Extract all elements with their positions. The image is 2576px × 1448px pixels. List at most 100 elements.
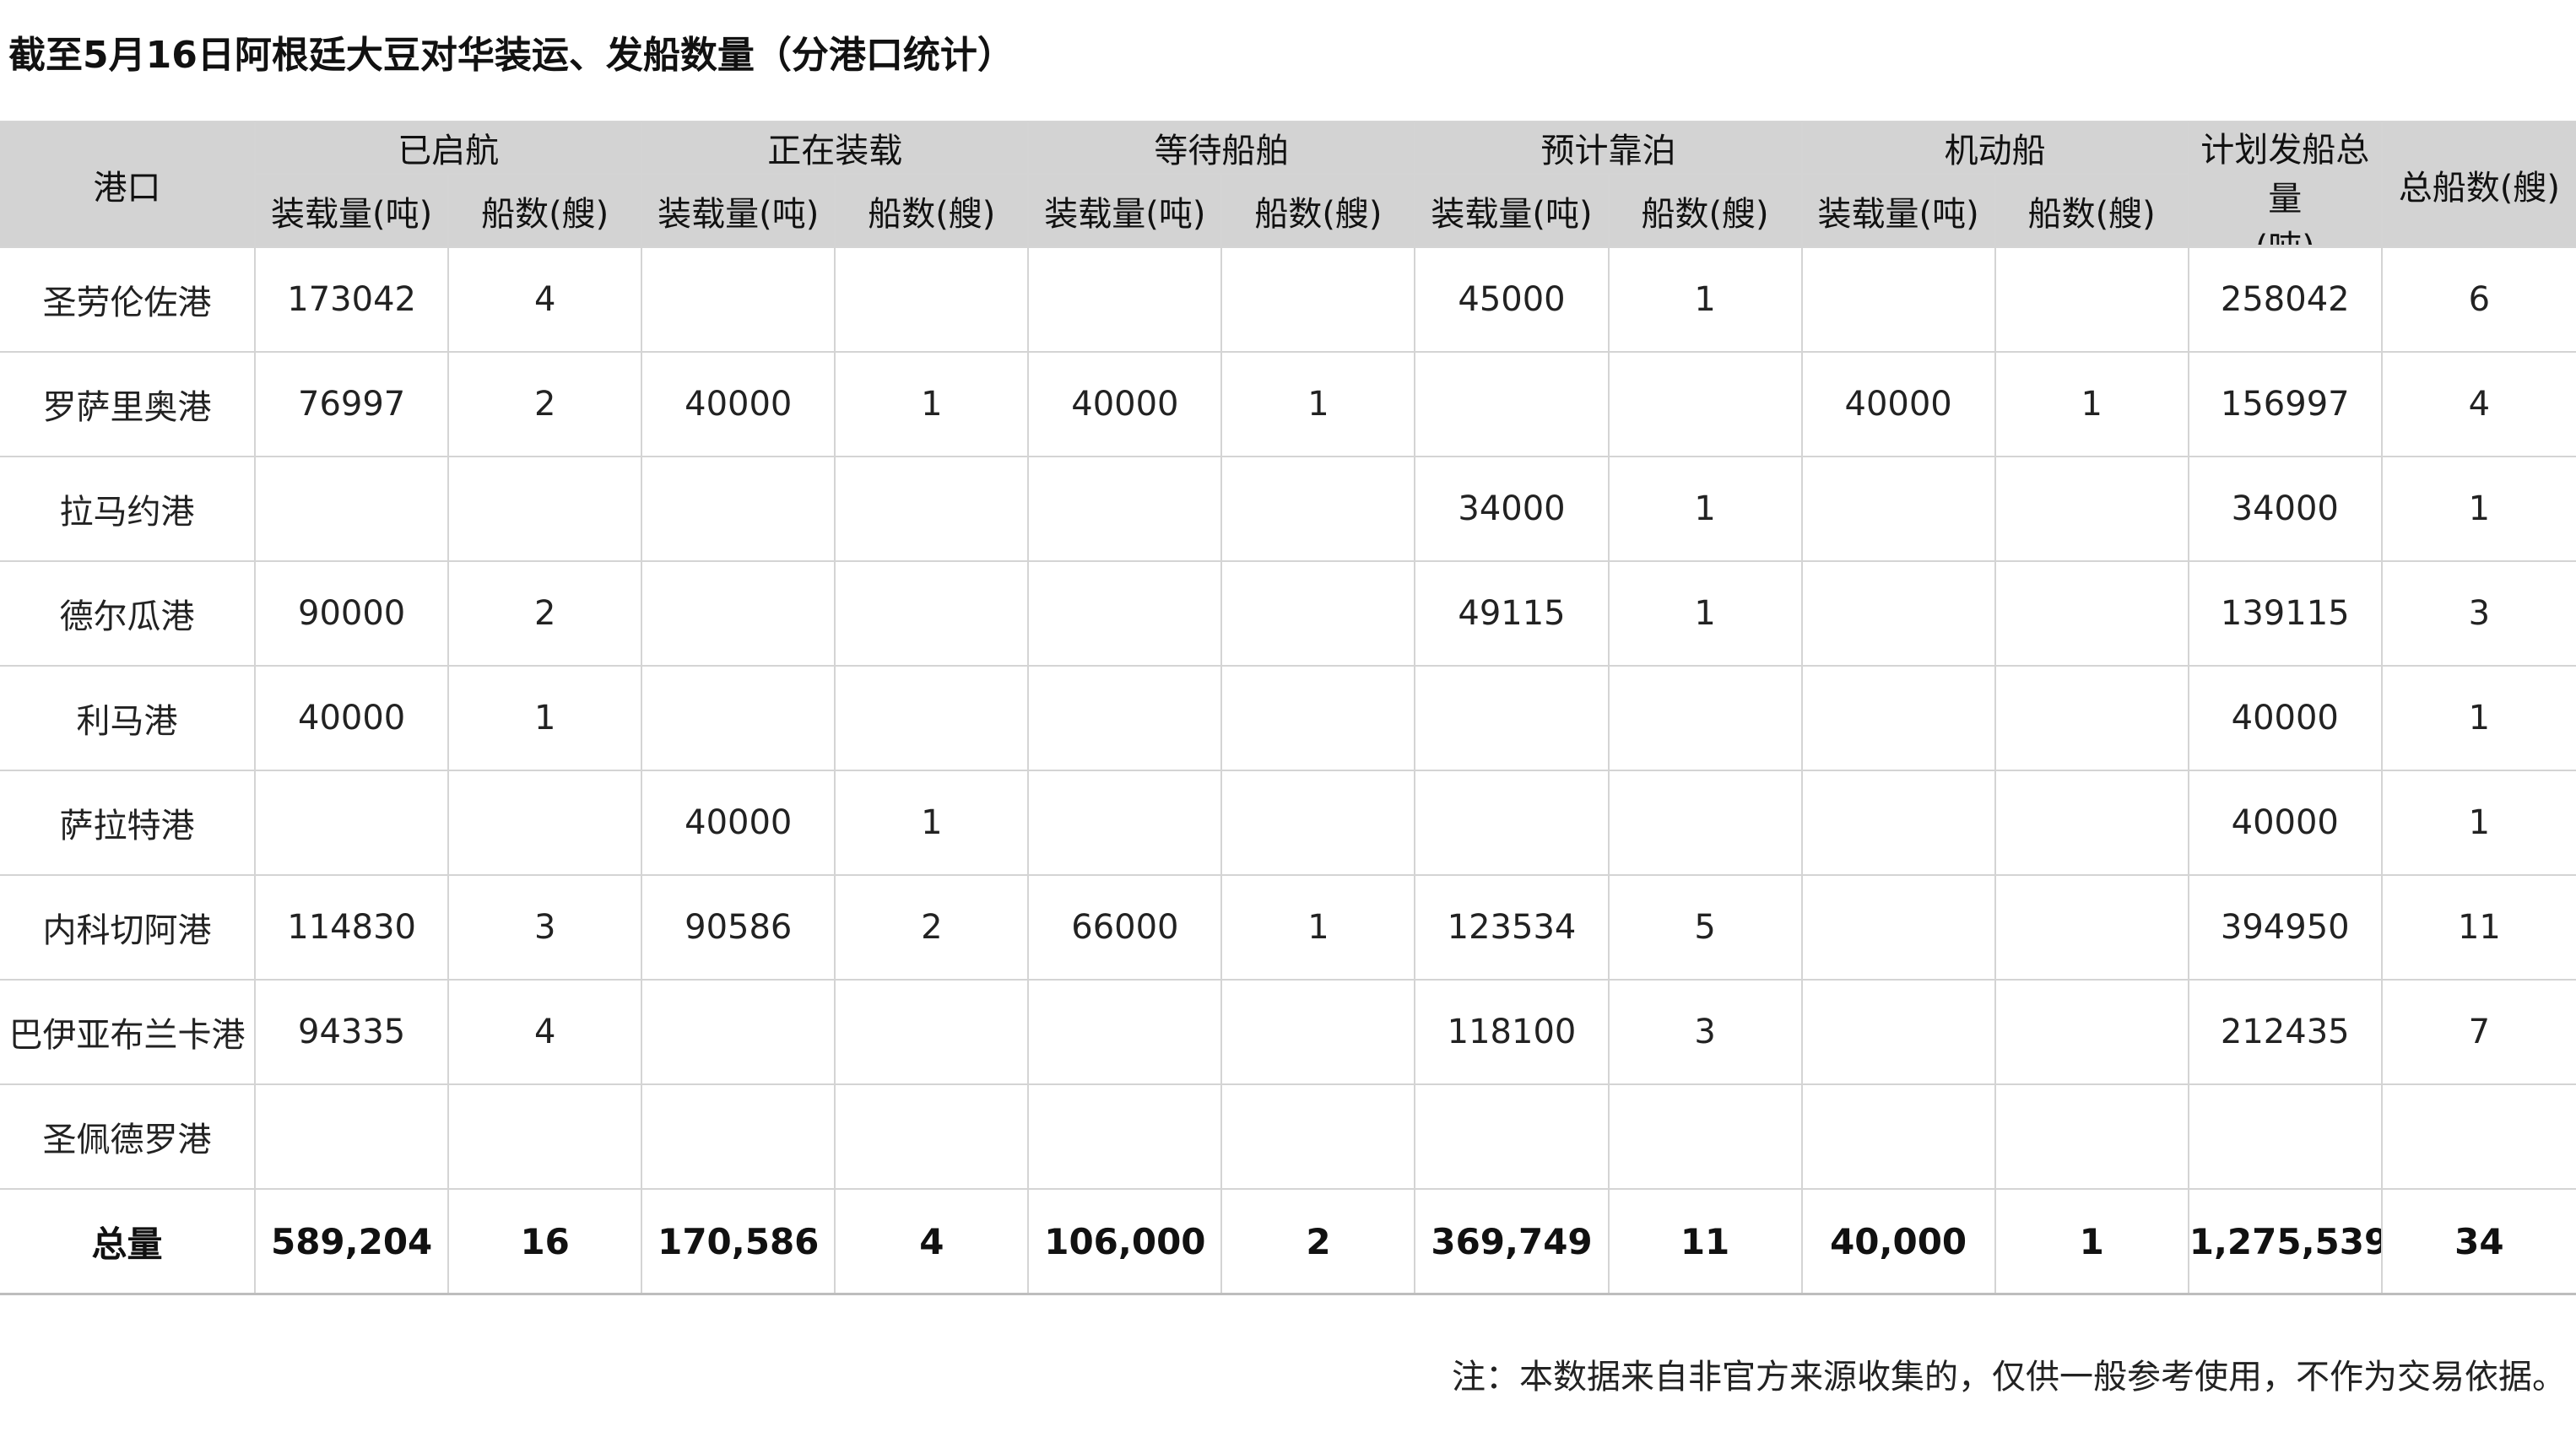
table-cell <box>1994 1083 2189 1190</box>
table-cell: 3 <box>2380 560 2576 667</box>
table-cell <box>1607 770 1803 876</box>
header-planned-total-text: 计划发船总 量 (吨) <box>2200 131 2370 245</box>
subheader-load: 装载量(吨) <box>641 173 836 248</box>
table-cell <box>1414 351 1610 457</box>
total-cell: 2 <box>1220 1188 1416 1295</box>
table-cell <box>254 1083 450 1190</box>
table-row: 萨拉特港 40000 1 40000 1 <box>0 770 2576 876</box>
table-cell: 4 <box>2380 351 2576 457</box>
table-cell <box>254 770 450 876</box>
table-cell <box>1994 874 2189 981</box>
table-cell <box>1220 770 1416 876</box>
table-cell <box>447 456 643 562</box>
table-cell <box>834 979 1030 1085</box>
header-group-berthing: 预计靠泊 <box>1414 121 1803 175</box>
table-cell <box>1800 560 1996 667</box>
table-cell: 2 <box>447 560 643 667</box>
subheader-load: 装载量(吨) <box>1414 173 1610 248</box>
table-cell: 34000 <box>1414 456 1610 562</box>
table-cell: 3 <box>1607 979 1803 1085</box>
table-cell <box>1607 665 1803 771</box>
port-name: 德尔瓜港 <box>0 560 257 667</box>
subheader-ships: 船数(艘) <box>1607 173 1803 248</box>
table-cell <box>1994 770 2189 876</box>
table-cell: 1 <box>2380 665 2576 771</box>
table-cell <box>2380 1083 2576 1190</box>
port-name: 利马港 <box>0 665 257 771</box>
subheader-ships: 船数(艘) <box>834 173 1030 248</box>
table-cell <box>641 246 836 353</box>
header-group-flexible: 机动船 <box>1800 121 2189 175</box>
table-cell: 49115 <box>1414 560 1610 667</box>
table-cell: 173042 <box>254 246 450 353</box>
table-body: 圣劳伦佐港 173042 4 45000 1 258042 6 罗萨里奥港 76… <box>0 246 2576 1190</box>
table-cell: 76997 <box>254 351 450 457</box>
table-cell <box>1607 351 1803 457</box>
table-cell: 156997 <box>2187 351 2383 457</box>
total-cell: 106,000 <box>1027 1188 1223 1295</box>
table-cell: 34000 <box>2187 456 2383 562</box>
total-cell: 1,275,539 <box>2187 1188 2383 1295</box>
table-cell <box>1414 770 1610 876</box>
table-cell: 1 <box>1607 560 1803 667</box>
table-cell <box>1607 1083 1803 1190</box>
table-cell: 40000 <box>641 351 836 457</box>
subheader-load: 装载量(吨) <box>1027 173 1223 248</box>
header-group-waiting: 等待船舶 <box>1027 121 1416 175</box>
table-cell: 7 <box>2380 979 2576 1085</box>
table-cell: 45000 <box>1414 246 1610 353</box>
table-cell <box>1994 560 2189 667</box>
table-cell <box>1027 246 1223 353</box>
table-cell: 40000 <box>1027 351 1223 457</box>
total-cell: 16 <box>447 1188 643 1295</box>
table-cell: 2 <box>447 351 643 457</box>
table-cell <box>447 770 643 876</box>
port-name: 萨拉特港 <box>0 770 257 876</box>
total-cell: 34 <box>2380 1188 2576 1295</box>
total-cell: 4 <box>834 1188 1030 1295</box>
subheader-load: 装载量(吨) <box>254 173 450 248</box>
table-cell: 4 <box>447 979 643 1085</box>
table-cell <box>1027 665 1223 771</box>
table-cell: 94335 <box>254 979 450 1085</box>
table-cell <box>254 456 450 562</box>
table-cell <box>1414 665 1610 771</box>
table-cell <box>834 665 1030 771</box>
table-row: 圣佩德罗港 <box>0 1083 2576 1190</box>
header-total-ships: 总船数(艘) <box>2380 121 2576 248</box>
table-cell: 5 <box>1607 874 1803 981</box>
table-row: 德尔瓜港 90000 2 49115 1 139115 3 <box>0 560 2576 667</box>
table-row: 巴伊亚布兰卡港 94335 4 118100 3 212435 7 <box>0 979 2576 1085</box>
table-cell: 90586 <box>641 874 836 981</box>
table-row: 罗萨里奥港 76997 2 40000 1 40000 1 40000 1 15… <box>0 351 2576 457</box>
table-cell <box>1994 979 2189 1085</box>
table-header: 港口 已启航 正在装载 等待船舶 预计靠泊 机动船 计划发船总 量 (吨) 总船… <box>0 121 2576 248</box>
total-cell: 369,749 <box>1414 1188 1610 1295</box>
port-name: 内科切阿港 <box>0 874 257 981</box>
table-cell: 114830 <box>254 874 450 981</box>
total-cell: 40,000 <box>1800 1188 1996 1295</box>
subheader-ships: 船数(艘) <box>1994 173 2189 248</box>
table-cell <box>1800 456 1996 562</box>
table-cell: 212435 <box>2187 979 2383 1085</box>
table-cell <box>1220 246 1416 353</box>
table-cell <box>834 1083 1030 1190</box>
table-cell <box>641 1083 836 1190</box>
table-cell: 1 <box>2380 770 2576 876</box>
table-cell: 1 <box>1607 246 1803 353</box>
table-cell: 90000 <box>254 560 450 667</box>
table-cell <box>1800 874 1996 981</box>
table-cell: 1 <box>834 770 1030 876</box>
table-cell: 3 <box>447 874 643 981</box>
subheader-ships: 船数(艘) <box>1220 173 1416 248</box>
total-cell: 1 <box>1994 1188 2189 1295</box>
table-cell <box>641 456 836 562</box>
table-cell <box>1220 456 1416 562</box>
table-cell <box>1027 456 1223 562</box>
disclaimer-note: 注：本数据来自非官方来源收集的，仅供一般参考使用，不作为交易依据。 <box>1452 1358 2566 1397</box>
table-cell: 1 <box>1220 351 1416 457</box>
table-cell <box>447 1083 643 1190</box>
table-cell <box>1027 979 1223 1085</box>
table-cell <box>1994 246 2189 353</box>
header-planned-total: 计划发船总 量 (吨) <box>2187 121 2383 248</box>
